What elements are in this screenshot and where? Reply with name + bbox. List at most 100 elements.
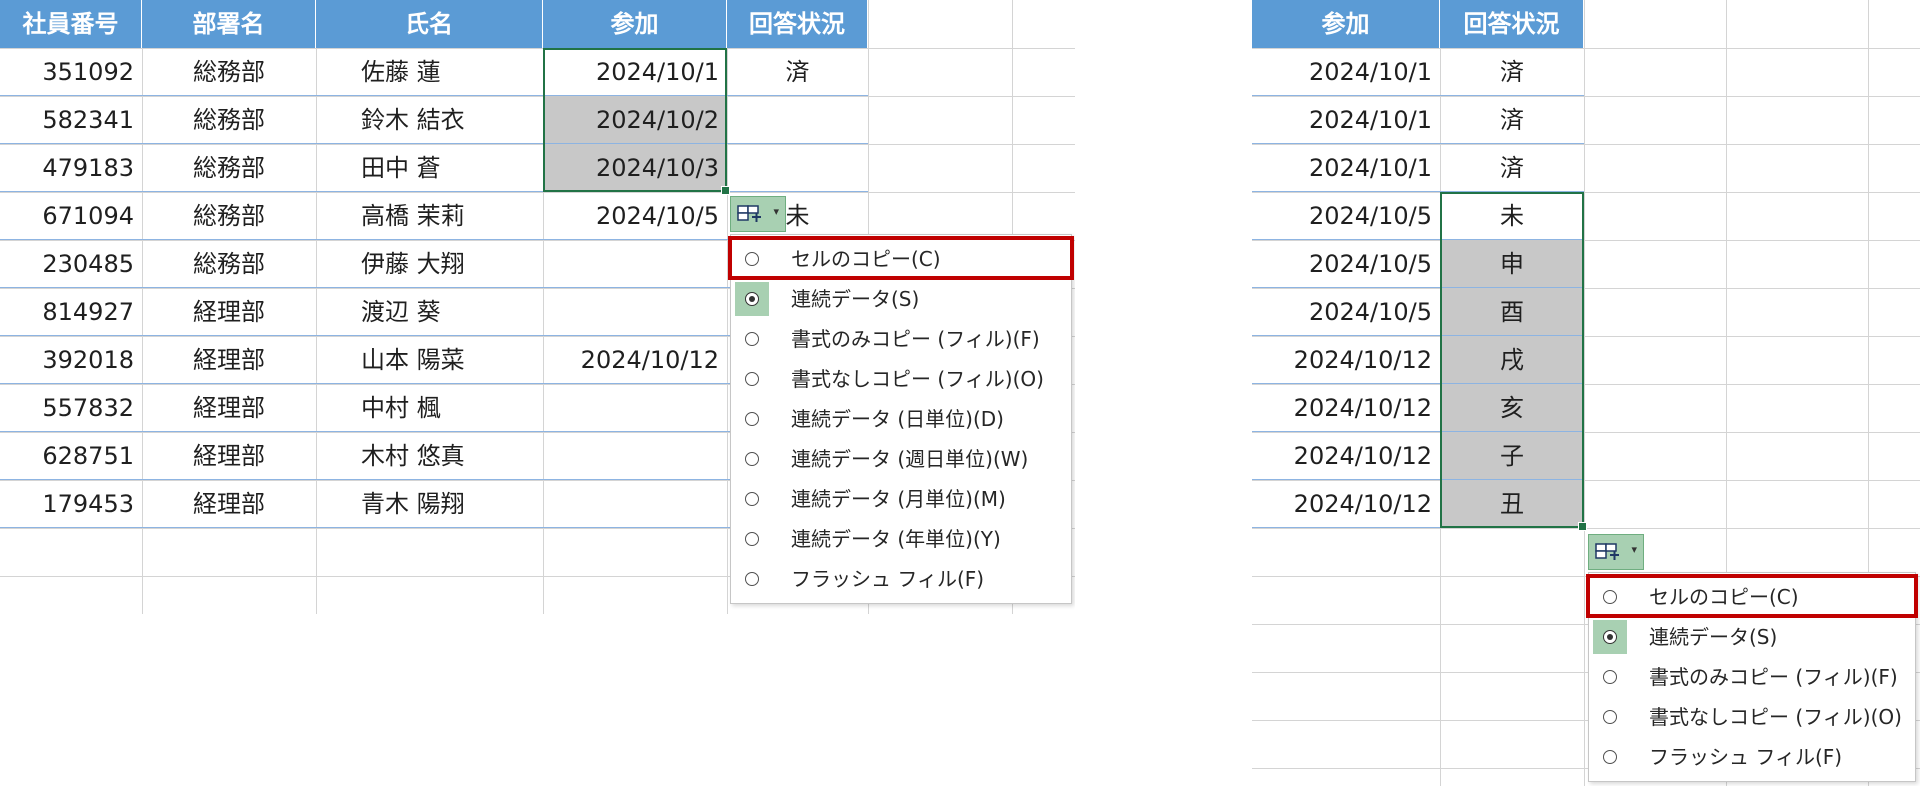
table-cell[interactable]: 済 <box>1440 96 1584 144</box>
table-cell[interactable]: 179453 <box>0 480 142 528</box>
table-cell[interactable]: 山本 陽菜 <box>316 336 543 384</box>
table-cell[interactable]: 557832 <box>0 384 142 432</box>
menu-item[interactable]: 連続データ (日単位)(D) <box>731 399 1071 439</box>
menu-item-label: セルのコピー(C) <box>1649 585 1799 609</box>
table-cell[interactable]: 2024/10/1 <box>1252 96 1440 144</box>
table-cell[interactable] <box>543 384 727 432</box>
menu-item[interactable]: 書式なしコピー (フィル)(O) <box>731 359 1071 399</box>
table-cell[interactable]: 佐藤 蓮 <box>316 48 543 96</box>
table-cell[interactable]: 渡辺 葵 <box>316 288 543 336</box>
column-header[interactable]: 参加 <box>543 0 727 48</box>
menu-item[interactable]: フラッシュ フィル(F) <box>731 559 1071 599</box>
radio-icon <box>745 452 759 466</box>
table-cell[interactable]: 230485 <box>0 240 142 288</box>
column-header[interactable]: 回答状況 <box>727 0 868 48</box>
menu-item-label: フラッシュ フィル(F) <box>791 567 985 591</box>
table-cell[interactable]: 総務部 <box>142 192 316 240</box>
table-cell[interactable]: 2024/10/12 <box>1252 384 1440 432</box>
autofill-options-button[interactable]: ▾ <box>1588 534 1644 570</box>
radio-icon <box>745 252 759 266</box>
table-cell[interactable]: 経理部 <box>142 336 316 384</box>
menu-item[interactable]: フラッシュ フィル(F) <box>1589 737 1915 777</box>
radio-icon <box>1603 670 1617 684</box>
menu-item[interactable]: セルのコピー(C) <box>731 239 1071 279</box>
table-cell[interactable]: 2024/10/1 <box>1252 144 1440 192</box>
table-cell[interactable]: 経理部 <box>142 384 316 432</box>
table-cell[interactable] <box>543 288 727 336</box>
table-cell[interactable]: 中村 楓 <box>316 384 543 432</box>
right-spreadsheet: 参加 回答状況 2024/10/1 済 2024/10/1 済 2024/10/1 済 2024… <box>1252 0 1920 786</box>
table-cell[interactable]: 済 <box>727 48 868 96</box>
table-cell[interactable]: 2024/10/12 <box>543 336 727 384</box>
menu-item[interactable]: 連続データ (週日単位)(W) <box>731 439 1071 479</box>
menu-item[interactable]: 連続データ(S) <box>1589 617 1915 657</box>
table-cell[interactable] <box>727 144 868 192</box>
table-cell[interactable]: 亥 <box>1440 384 1584 432</box>
table-cell[interactable]: 総務部 <box>142 48 316 96</box>
menu-item[interactable]: セルのコピー(C) <box>1589 577 1915 617</box>
table-cell[interactable]: 高橋 茉莉 <box>316 192 543 240</box>
radio-icon <box>745 372 759 386</box>
table-cell[interactable] <box>543 480 727 528</box>
table-cell[interactable]: 申 <box>1440 240 1584 288</box>
table-cell[interactable]: 木村 悠真 <box>316 432 543 480</box>
table-cell[interactable]: 済 <box>1440 48 1584 96</box>
table-cell[interactable]: 子 <box>1440 432 1584 480</box>
menu-item[interactable]: 書式なしコピー (フィル)(O) <box>1589 697 1915 737</box>
table-cell[interactable]: 2024/10/12 <box>1252 432 1440 480</box>
menu-item-label: 連続データ (週日単位)(W) <box>791 447 1029 471</box>
table-cell[interactable]: 戌 <box>1440 336 1584 384</box>
radio-icon <box>745 572 759 586</box>
column-header[interactable]: 社員番号 <box>0 0 142 48</box>
table-cell[interactable]: 814927 <box>0 288 142 336</box>
menu-item[interactable]: 連続データ(S) <box>731 279 1071 319</box>
menu-item[interactable]: 連続データ (年単位)(Y) <box>731 519 1071 559</box>
table-cell[interactable]: 丑 <box>1440 480 1584 528</box>
table-cell[interactable]: 済 <box>1440 144 1584 192</box>
table-cell[interactable]: 2024/10/3 <box>543 144 727 192</box>
table-cell[interactable]: 青木 陽翔 <box>316 480 543 528</box>
chevron-down-icon: ▾ <box>1631 543 1637 556</box>
table-cell[interactable]: 伊藤 大翔 <box>316 240 543 288</box>
table-cell[interactable]: 351092 <box>0 48 142 96</box>
table-cell[interactable]: 総務部 <box>142 144 316 192</box>
table-cell[interactable] <box>727 96 868 144</box>
table-cell[interactable]: 392018 <box>0 336 142 384</box>
table-cell[interactable]: 2024/10/1 <box>1252 48 1440 96</box>
table-cell[interactable]: 田中 蒼 <box>316 144 543 192</box>
table-cell[interactable]: 総務部 <box>142 96 316 144</box>
table-cell[interactable]: 671094 <box>0 192 142 240</box>
menu-item-label: 書式のみコピー (フィル)(F) <box>1649 665 1898 689</box>
table-cell[interactable]: 2024/10/5 <box>1252 192 1440 240</box>
table-cell[interactable]: 2024/10/5 <box>543 192 727 240</box>
table-cell[interactable]: 2024/10/1 <box>543 48 727 96</box>
table-cell[interactable]: 鈴木 結衣 <box>316 96 543 144</box>
table-cell[interactable]: 628751 <box>0 432 142 480</box>
menu-item[interactable]: 書式のみコピー (フィル)(F) <box>1589 657 1915 697</box>
menu-item-label: 連続データ (月単位)(M) <box>791 487 1006 511</box>
menu-item-label: 書式なしコピー (フィル)(O) <box>1649 705 1902 729</box>
table-cell[interactable]: 2024/10/5 <box>1252 240 1440 288</box>
table-cell[interactable] <box>543 432 727 480</box>
table-cell[interactable]: 2024/10/12 <box>1252 336 1440 384</box>
table-cell[interactable]: 経理部 <box>142 432 316 480</box>
menu-item[interactable]: 連続データ (月単位)(M) <box>731 479 1071 519</box>
autofill-options-button[interactable]: ▾ <box>730 196 786 232</box>
menu-item[interactable]: 書式のみコピー (フィル)(F) <box>731 319 1071 359</box>
table-cell[interactable]: 経理部 <box>142 480 316 528</box>
table-cell[interactable] <box>543 240 727 288</box>
menu-item-label: 書式のみコピー (フィル)(F) <box>791 327 1040 351</box>
table-cell[interactable]: 2024/10/12 <box>1252 480 1440 528</box>
column-header[interactable]: 氏名 <box>316 0 543 48</box>
table-cell[interactable]: 479183 <box>0 144 142 192</box>
table-cell[interactable]: 総務部 <box>142 240 316 288</box>
table-cell[interactable]: 2024/10/5 <box>1252 288 1440 336</box>
table-cell[interactable]: 582341 <box>0 96 142 144</box>
table-cell[interactable]: 未 <box>1440 192 1584 240</box>
column-header[interactable]: 参加 <box>1252 0 1440 48</box>
table-cell[interactable]: 2024/10/2 <box>543 96 727 144</box>
column-header[interactable]: 回答状況 <box>1440 0 1584 48</box>
table-cell[interactable]: 経理部 <box>142 288 316 336</box>
column-header[interactable]: 部署名 <box>142 0 316 48</box>
table-cell[interactable]: 酉 <box>1440 288 1584 336</box>
